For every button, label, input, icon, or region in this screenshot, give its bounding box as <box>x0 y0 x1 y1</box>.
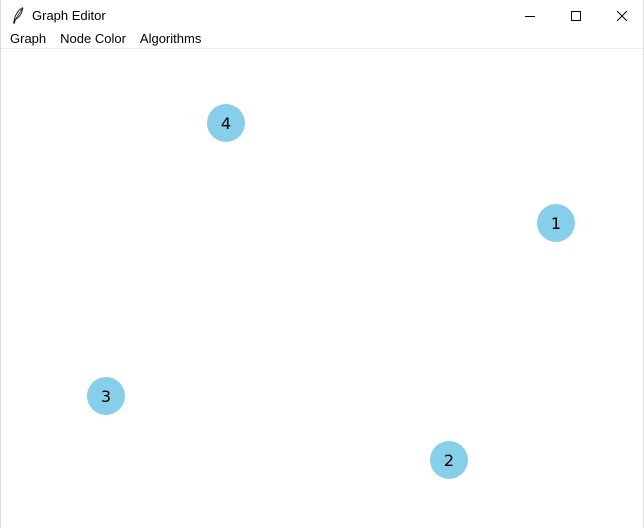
title-bar[interactable]: Graph Editor <box>1 0 643 30</box>
window-title: Graph Editor <box>32 7 106 23</box>
minimize-icon <box>525 6 535 25</box>
node-label: 3 <box>100 386 112 406</box>
window-controls <box>507 0 643 30</box>
graph-node[interactable]: 3 <box>87 377 125 415</box>
close-button[interactable] <box>599 0 643 30</box>
graph-canvas[interactable]: 1 2 3 4 <box>1 49 643 528</box>
graph-editor-window: Graph Editor Graph Node Color Algorithms… <box>0 0 644 528</box>
graph-node[interactable]: 1 <box>537 204 575 242</box>
menu-node-color[interactable]: Node Color <box>53 30 133 48</box>
node-label: 4 <box>220 113 232 133</box>
graph-node[interactable]: 2 <box>430 441 468 479</box>
node-label: 2 <box>443 450 455 470</box>
minimize-button[interactable] <box>507 0 553 30</box>
menu-algorithms[interactable]: Algorithms <box>133 30 208 48</box>
graph-node[interactable]: 4 <box>207 104 245 142</box>
maximize-button[interactable] <box>553 0 599 30</box>
feather-icon <box>11 6 25 24</box>
close-icon <box>616 6 628 25</box>
node-label: 1 <box>550 213 562 233</box>
menu-graph[interactable]: Graph <box>1 30 53 48</box>
maximize-icon <box>571 6 581 25</box>
menu-bar: Graph Node Color Algorithms <box>1 30 643 49</box>
